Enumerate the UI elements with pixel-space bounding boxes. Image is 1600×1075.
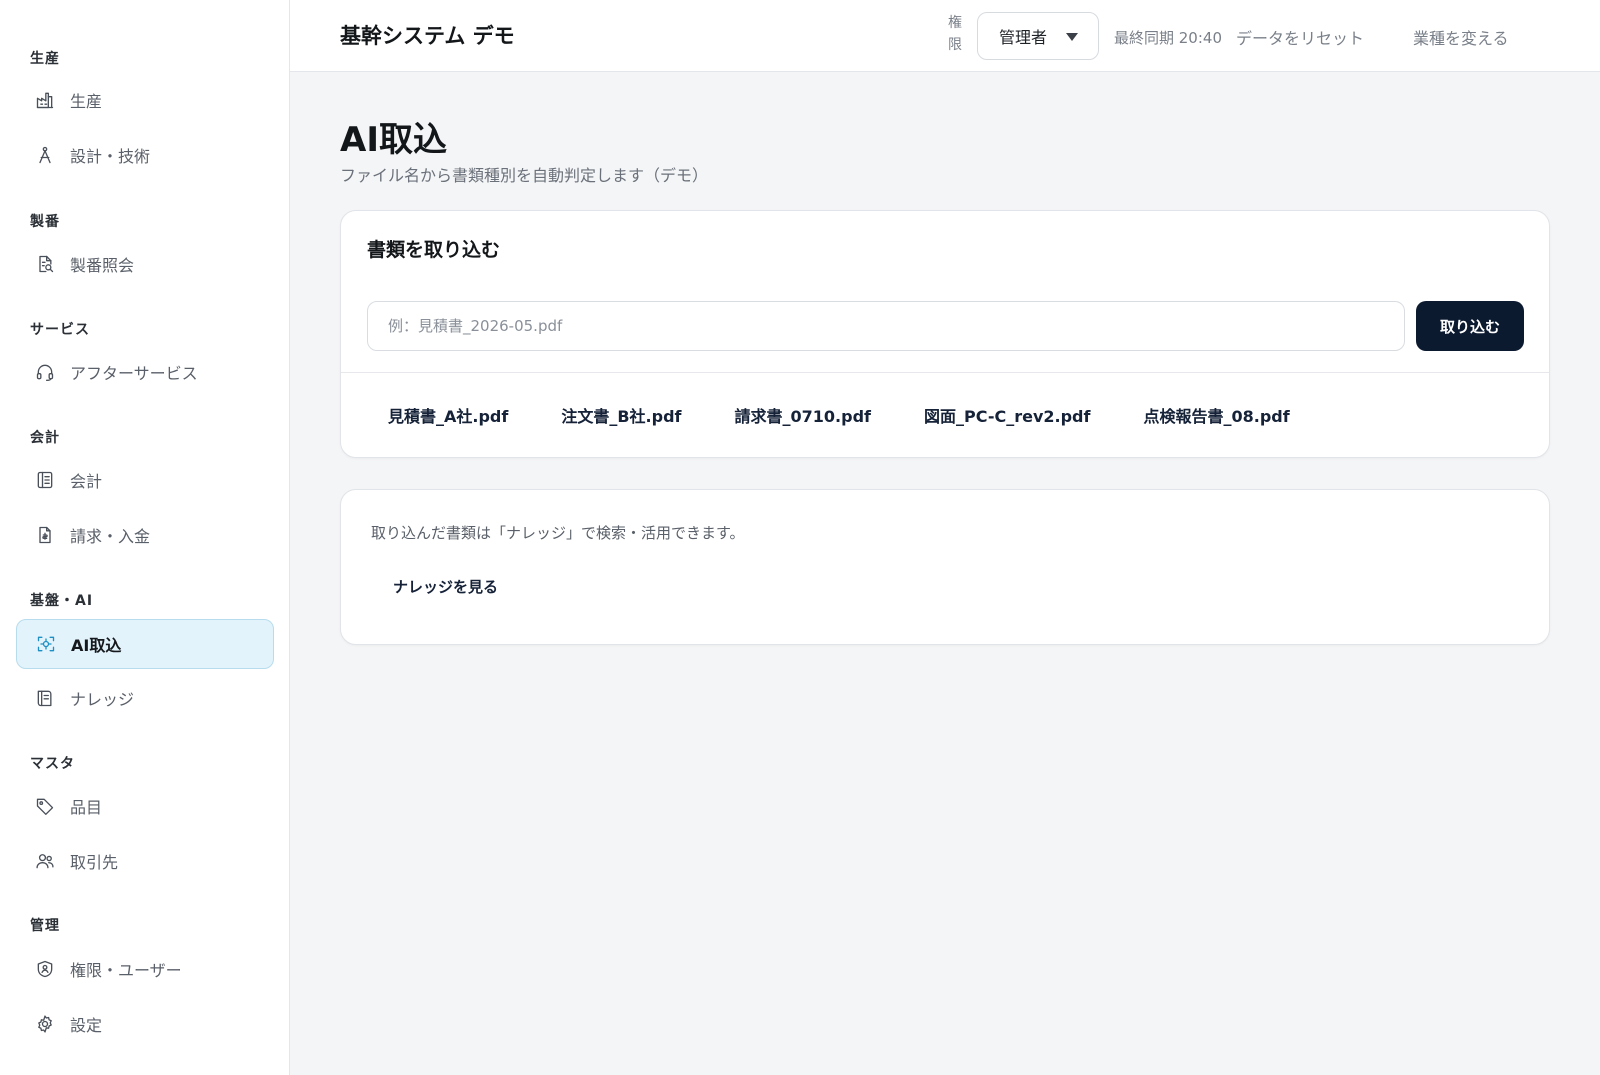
sidebar-item-label: AI取込 [71, 636, 122, 655]
sidebar-group-seiban: 製番 [30, 214, 60, 230]
sidebar-item-label: 請求・入金 [70, 527, 151, 546]
sidebar-item-ai-import[interactable]: AI取込 [16, 619, 274, 669]
sidebar-group-production: 生産 [30, 51, 60, 67]
import-button[interactable]: 取り込む [1416, 301, 1524, 351]
sidebar-item-billing[interactable]: 請求・入金 [16, 510, 274, 560]
sidebar-item-permissions-users[interactable]: 権限・ユーザー [16, 944, 274, 994]
knowledge-note: 取り込んだ書類は「ナレッジ」で検索・活用できます。 [371, 524, 745, 542]
role-label: 権限 [948, 15, 962, 53]
sidebar-item-label: 設定 [70, 1016, 103, 1035]
sidebar-item-knowledge[interactable]: ナレッジ [16, 673, 274, 723]
sidebar-item-label: 取引先 [70, 853, 119, 872]
ledger-icon [34, 469, 56, 491]
sidebar-item-label: アフターサービス [70, 364, 198, 383]
sidebar-item-items[interactable]: 品目 [16, 781, 274, 831]
chevron-down-icon [1066, 33, 1078, 41]
card-divider [341, 372, 1549, 373]
sample-file-chip[interactable]: 請求書_0710.pdf [714, 393, 892, 437]
sidebar-item-after-service[interactable]: アフターサービス [16, 347, 274, 397]
app-title: 基幹システム デモ [340, 24, 515, 48]
sidebar-item-label: 設計・技術 [70, 147, 151, 166]
sidebar-group-admin: 管理 [30, 918, 60, 934]
book-icon [34, 687, 56, 709]
users-icon [34, 850, 56, 872]
sidebar-item-label: 品目 [70, 798, 103, 817]
sidebar-group-platform-ai: 基盤・AI [30, 593, 94, 609]
sidebar-item-label: 権限・ユーザー [70, 961, 182, 980]
change-industry-button[interactable]: 業種を変える [1413, 25, 1509, 49]
invoice-icon [34, 524, 56, 546]
last-sync-status: 最終同期 20:40 [1114, 29, 1222, 47]
sample-file-chip[interactable]: 見積書_A社.pdf [367, 393, 529, 437]
sidebar-group-service: サービス [30, 322, 90, 338]
sidebar-item-label: 製番照会 [70, 256, 135, 275]
sidebar-item-design[interactable]: 設計・技術 [16, 130, 274, 180]
sample-file-list: 見積書_A社.pdf 注文書_B社.pdf 請求書_0710.pdf 図面_PC… [367, 393, 1322, 437]
file-name-input[interactable] [367, 301, 1405, 351]
page-title: AI取込 [340, 120, 447, 160]
compass-icon [34, 144, 56, 166]
scan-icon [35, 633, 57, 655]
document-search-icon [34, 253, 56, 275]
role-select-value: 管理者 [999, 28, 1048, 47]
sidebar-item-label: 会計 [70, 472, 103, 491]
sidebar: 生産 生産 設計・技術 製番 製番照会 サービス アフターサービス 会計 会計 … [0, 0, 290, 1075]
headset-icon [34, 361, 56, 383]
knowledge-card: 取り込んだ書類は「ナレッジ」で検索・活用できます。 ナレッジを見る [340, 489, 1550, 645]
sidebar-item-production[interactable]: 生産 [16, 75, 274, 125]
sidebar-group-master: マスタ [30, 756, 75, 772]
tag-icon [34, 795, 56, 817]
factory-icon [34, 89, 56, 111]
import-card: 書類を取り込む 取り込む 見積書_A社.pdf 注文書_B社.pdf 請求書_0… [340, 210, 1550, 458]
sidebar-item-label: ナレッジ [70, 690, 135, 709]
shield-icon [34, 958, 56, 980]
main-content: 基幹システム デモ 権限 管理者 最終同期 20:40 データをリセット 業種を… [290, 0, 1600, 1075]
sample-file-chip[interactable]: 注文書_B社.pdf [540, 393, 702, 437]
sidebar-item-partners[interactable]: 取引先 [16, 836, 274, 886]
sidebar-item-settings[interactable]: 設定 [16, 999, 274, 1049]
role-select[interactable]: 管理者 [977, 12, 1099, 60]
reset-data-button[interactable]: データをリセット [1236, 25, 1364, 49]
sample-file-chip[interactable]: 点検報告書_08.pdf [1122, 393, 1310, 437]
sample-file-chip[interactable]: 図面_PC-C_rev2.pdf [903, 393, 1111, 437]
sidebar-item-accounting[interactable]: 会計 [16, 455, 274, 505]
gear-icon [34, 1013, 56, 1035]
sidebar-item-seiban-lookup[interactable]: 製番照会 [16, 239, 274, 289]
view-knowledge-link[interactable]: ナレッジを見る [371, 568, 520, 605]
import-card-title: 書類を取り込む [367, 239, 501, 261]
page-subtitle: ファイル名から書類種別を自動判定します（デモ） [340, 166, 709, 185]
sidebar-item-label: 生産 [70, 92, 103, 111]
app-root: 生産 生産 設計・技術 製番 製番照会 サービス アフターサービス 会計 会計 … [0, 0, 1600, 1075]
sidebar-group-accounting: 会計 [30, 430, 60, 446]
top-bar: 基幹システム デモ 権限 管理者 最終同期 20:40 データをリセット 業種を… [290, 0, 1600, 72]
